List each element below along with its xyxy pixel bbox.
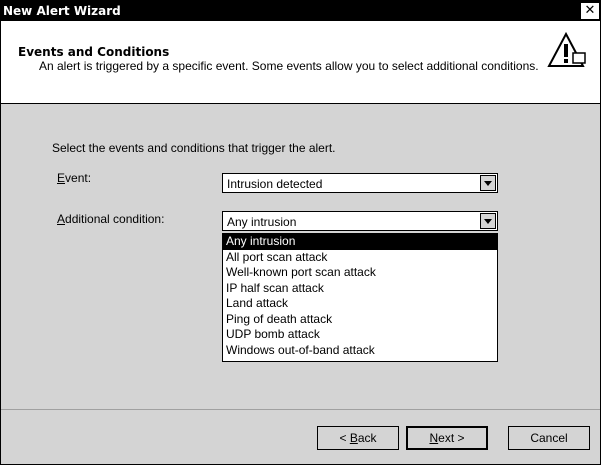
chevron-down-icon[interactable] [480, 213, 496, 229]
list-item[interactable]: UDP bomb attack [223, 327, 497, 343]
wizard-body: Select the events and conditions that tr… [1, 104, 600, 464]
page-description: An alert is triggered by a specific even… [39, 59, 539, 73]
next-button[interactable]: Next > [406, 426, 488, 450]
window-title: New Alert Wizard [3, 4, 121, 18]
event-label: Event: [57, 171, 92, 185]
back-button[interactable]: < Back [317, 426, 399, 450]
cancel-button[interactable]: Cancel [508, 426, 590, 450]
event-dropdown[interactable]: Intrusion detected [222, 173, 498, 193]
list-item[interactable]: Land attack [223, 296, 497, 312]
condition-options-list[interactable]: Any intrusion All port scan attack Well-… [222, 233, 498, 362]
close-icon[interactable]: ✕ [581, 3, 599, 19]
list-item[interactable]: Windows out-of-band attack [223, 343, 497, 359]
event-value: Intrusion detected [227, 177, 323, 191]
list-item[interactable]: Well-known port scan attack [223, 265, 497, 281]
intro-text: Select the events and conditions that tr… [52, 141, 336, 155]
condition-label: Additional condition: [57, 212, 165, 226]
wizard-header: Events and Conditions An alert is trigge… [1, 21, 600, 104]
warning-icon [547, 31, 586, 67]
condition-dropdown[interactable]: Any intrusion [222, 211, 498, 231]
list-item[interactable]: IP half scan attack [223, 281, 497, 297]
chevron-down-icon[interactable] [480, 175, 496, 191]
button-separator [1, 409, 600, 410]
list-item[interactable]: All port scan attack [223, 250, 497, 266]
wizard-window: New Alert Wizard ✕ Events and Conditions… [0, 0, 601, 465]
condition-value: Any intrusion [227, 215, 297, 229]
page-title: Events and Conditions [18, 45, 170, 59]
list-item[interactable]: Any intrusion [223, 234, 497, 250]
title-bar[interactable]: New Alert Wizard ✕ [1, 1, 600, 21]
list-item[interactable]: Ping of death attack [223, 312, 497, 328]
